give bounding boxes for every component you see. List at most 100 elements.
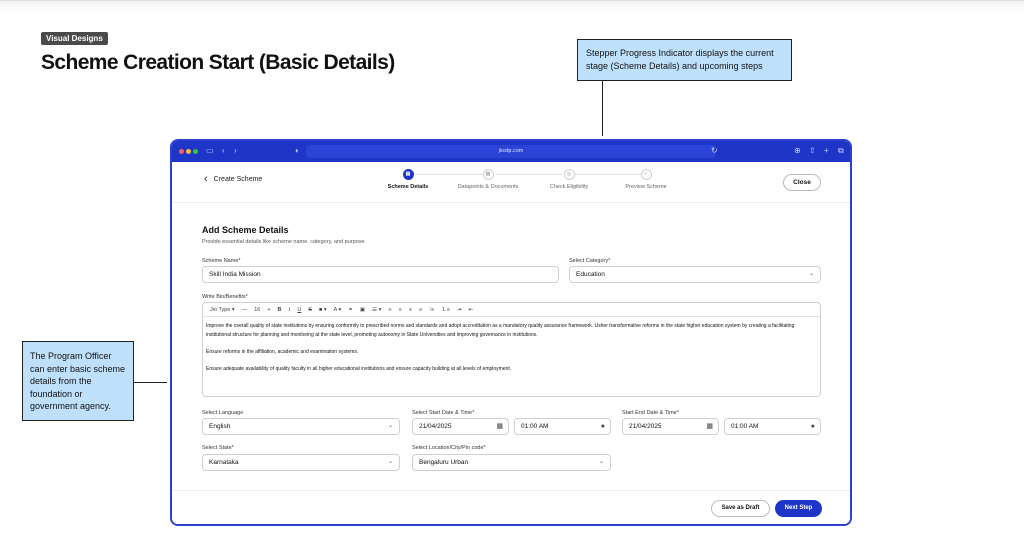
font-select[interactable]: Jio Type ▾ bbox=[210, 303, 235, 317]
browser-window: ▭ ‹ › ◐ jiostp.com ↻ ⊕ ⇧ + ⧉ ‹ Create Sc… bbox=[170, 139, 852, 526]
category-label: Select Category* bbox=[569, 258, 611, 264]
next-step-button[interactable]: Next Step bbox=[775, 500, 822, 517]
location-value: Bengaluru Urban bbox=[419, 459, 469, 466]
editor-paragraph: Ensure reforms in the affiliation, acade… bbox=[206, 348, 359, 355]
step-label: Preview Scheme bbox=[625, 184, 667, 190]
back-nav-icon[interactable]: ‹ bbox=[222, 146, 225, 155]
sidebar-icon[interactable]: ▭ bbox=[206, 146, 214, 155]
form-title: Add Scheme Details bbox=[202, 225, 289, 235]
end-date-input[interactable]: 21/04/2025 ▦ bbox=[622, 418, 719, 435]
end-time-value: 01:00 AM bbox=[731, 423, 759, 430]
rich-text-editor[interactable]: Jio Type ▾ — 16 + B I U S ■ ▾ A ▾ ⚭ ▣ ☰ … bbox=[202, 302, 821, 397]
numbered-list-icon[interactable]: ⒈≡ bbox=[441, 303, 450, 317]
outdent-icon[interactable]: ⇤ bbox=[469, 303, 474, 317]
editor-paragraph: Ensure adequate availability of quality … bbox=[206, 365, 512, 372]
category-select[interactable]: Education ⌄ bbox=[569, 266, 821, 283]
grid-icon: ▦ bbox=[482, 169, 494, 180]
start-time-input[interactable]: 01:00 AM ● bbox=[514, 418, 611, 435]
calendar-icon: ▦ bbox=[706, 423, 713, 430]
clock-icon: ● bbox=[600, 423, 605, 430]
new-tab-icon[interactable]: + bbox=[824, 146, 829, 155]
clock-icon: ● bbox=[810, 423, 815, 430]
step-check-eligibility[interactable]: ◎ Check Eligibility bbox=[542, 169, 596, 190]
list-icon[interactable]: ☰ ▾ bbox=[372, 303, 381, 317]
chevron-down-icon: ⌄ bbox=[598, 459, 604, 465]
maximize-window-dot[interactable] bbox=[193, 149, 198, 154]
eligibility-icon: ◎ bbox=[563, 169, 575, 180]
font-decrease-icon[interactable]: — bbox=[242, 303, 248, 317]
section-tag: Visual Designs bbox=[41, 32, 108, 45]
language-value: English bbox=[209, 423, 231, 430]
download-icon[interactable]: ⊕ bbox=[794, 146, 801, 155]
page-title: Scheme Creation Start (Basic Details) bbox=[41, 51, 395, 74]
strikethrough-icon[interactable]: S bbox=[308, 303, 312, 317]
share-icon[interactable]: ⇧ bbox=[809, 146, 816, 155]
step-preview-scheme[interactable]: ✓ Preview Scheme bbox=[620, 169, 672, 190]
chevron-left-icon: ‹ bbox=[204, 173, 208, 185]
editor-body[interactable]: Improve the overall quality of state ins… bbox=[203, 317, 820, 387]
image-icon[interactable]: ▣ bbox=[360, 303, 365, 317]
callout-program-officer: The Program Officer can enter basic sche… bbox=[22, 341, 134, 421]
align-center-icon[interactable]: ≡ bbox=[399, 303, 402, 317]
step-label: Check Eligibility bbox=[549, 184, 589, 190]
location-select[interactable]: Bengaluru Urban ⌄ bbox=[412, 454, 611, 471]
address-bar[interactable]: jiostp.com bbox=[306, 145, 716, 158]
tabs-overview-icon[interactable]: ⧉ bbox=[838, 146, 844, 156]
align-justify-icon[interactable]: ≡ bbox=[419, 303, 422, 317]
step-label: Datapoints & Documents bbox=[457, 184, 519, 190]
underline-icon[interactable]: U bbox=[297, 303, 301, 317]
minimize-window-dot[interactable] bbox=[186, 149, 191, 154]
chevron-down-icon: ⌄ bbox=[387, 459, 393, 465]
privacy-icon[interactable]: ◐ bbox=[295, 146, 300, 155]
scheme-name-input[interactable]: Skill India Mission bbox=[202, 266, 559, 283]
align-right-icon[interactable]: ≡ bbox=[409, 303, 412, 317]
font-size-value[interactable]: 16 bbox=[254, 303, 260, 317]
form-subtitle: Provide essential details like scheme na… bbox=[202, 239, 365, 245]
italic-icon[interactable]: I bbox=[289, 303, 291, 317]
text-color-icon[interactable]: ■ ▾ bbox=[319, 303, 327, 317]
state-value: Karnataka bbox=[209, 459, 239, 466]
check-icon: ✓ bbox=[640, 169, 652, 180]
editor-paragraph: Improve the overall quality of state ins… bbox=[206, 323, 795, 338]
end-date-label: Start End Date & Time* bbox=[622, 410, 679, 416]
chevron-down-icon: ⌄ bbox=[387, 423, 393, 429]
start-date-value: 21/04/2025 bbox=[419, 423, 452, 430]
start-date-label: Select Start Date & Time* bbox=[412, 410, 475, 416]
step-scheme-details[interactable]: ▤ Scheme Details bbox=[384, 169, 432, 190]
link-icon[interactable]: ⚭ bbox=[348, 303, 353, 317]
back-label: Create Scheme bbox=[213, 176, 263, 183]
close-window-dot[interactable] bbox=[179, 149, 184, 154]
language-label: Select Language bbox=[202, 410, 244, 416]
location-label: Select Location/City/Pin code* bbox=[412, 445, 486, 451]
save-draft-button[interactable]: Save as Draft bbox=[711, 500, 770, 517]
forward-nav-icon[interactable]: › bbox=[234, 146, 237, 155]
start-time-value: 01:00 AM bbox=[521, 423, 549, 430]
callout-connector-vertical bbox=[602, 81, 603, 136]
scheme-name-value: Skill India Mission bbox=[209, 271, 261, 278]
end-time-input[interactable]: 01:00 AM ● bbox=[724, 418, 821, 435]
editor-toolbar: Jio Type ▾ — 16 + B I U S ■ ▾ A ▾ ⚭ ▣ ☰ … bbox=[203, 303, 820, 317]
font-increase-icon[interactable]: + bbox=[267, 303, 270, 317]
browser-chrome: ▭ ‹ › ◐ jiostp.com ↻ ⊕ ⇧ + ⧉ bbox=[172, 141, 850, 162]
bold-icon[interactable]: B bbox=[278, 303, 282, 317]
state-select[interactable]: Karnataka ⌄ bbox=[202, 454, 400, 471]
calendar-icon: ▦ bbox=[496, 423, 503, 430]
align-left-icon[interactable]: ≡ bbox=[388, 303, 391, 317]
bullet-list-icon[interactable]: ⁝≡ bbox=[429, 303, 434, 317]
category-value: Education bbox=[576, 271, 605, 278]
language-select[interactable]: English ⌄ bbox=[202, 418, 400, 435]
scheme-name-label: Scheme Name* bbox=[202, 258, 241, 264]
reload-icon[interactable]: ↻ bbox=[711, 146, 718, 155]
close-button[interactable]: Close bbox=[783, 174, 821, 191]
back-button[interactable]: ‹ Create Scheme bbox=[204, 173, 263, 185]
callout-stepper: Stepper Progress Indicator displays the … bbox=[577, 39, 792, 81]
step-datapoints-documents[interactable]: ▦ Datapoints & Documents bbox=[452, 169, 524, 190]
document-icon: ▤ bbox=[402, 169, 414, 180]
indent-icon[interactable]: ⇥ bbox=[457, 303, 462, 317]
end-date-value: 21/04/2025 bbox=[629, 423, 662, 430]
highlight-icon[interactable]: A ▾ bbox=[334, 303, 342, 317]
form-content: Add Scheme Details Provide essential det… bbox=[172, 203, 850, 488]
start-date-input[interactable]: 21/04/2025 ▦ bbox=[412, 418, 509, 435]
bio-label: Write Bio/Benefits* bbox=[202, 294, 248, 300]
step-label: Scheme Details bbox=[387, 184, 429, 190]
